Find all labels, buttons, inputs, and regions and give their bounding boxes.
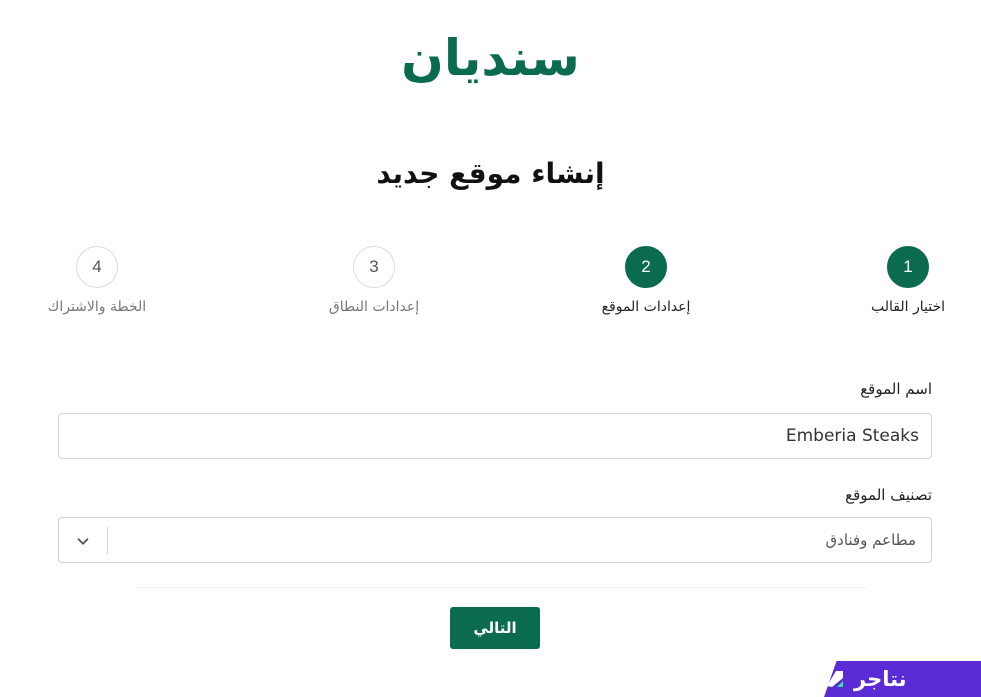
stepper: 1 اختيار القالب 2 إعدادات الموقع 3 إعداد…: [0, 246, 981, 326]
tag-icon: [827, 671, 843, 687]
chevron-down-icon[interactable]: [74, 532, 92, 550]
step-plan-subscription[interactable]: 4 الخطة والاشتراك: [7, 246, 187, 315]
site-name-input[interactable]: [58, 413, 932, 459]
site-name-label: اسم الموقع: [860, 380, 932, 398]
step-number: 4: [76, 246, 118, 288]
divider: [136, 587, 866, 588]
select-divider: [107, 527, 108, 554]
site-category-value: مطاعم وفنادق: [825, 531, 916, 549]
step-label: إعدادات النطاق: [328, 299, 420, 315]
step-label: إعدادات الموقع: [601, 299, 691, 315]
platform-badge[interactable]: نتاجر: [824, 661, 981, 697]
step-choose-template[interactable]: 1 اختيار القالب: [818, 246, 981, 315]
site-category-label: تصنيف الموقع: [845, 486, 932, 504]
step-site-settings[interactable]: 2 إعدادات الموقع: [556, 246, 736, 315]
step-number: 2: [625, 246, 667, 288]
step-number: 3: [353, 246, 395, 288]
brand-logo: سنديان: [401, 29, 580, 87]
page-title: إنشاء موقع جديد: [376, 157, 605, 190]
site-category-select[interactable]: مطاعم وفنادق: [58, 517, 932, 563]
step-label: اختيار القالب: [871, 299, 945, 315]
next-button[interactable]: التالي: [450, 607, 540, 649]
badge-text: نتاجر: [854, 667, 907, 691]
step-label: الخطة والاشتراك: [47, 299, 147, 315]
step-number: 1: [887, 246, 929, 288]
step-domain-settings[interactable]: 3 إعدادات النطاق: [284, 246, 464, 315]
